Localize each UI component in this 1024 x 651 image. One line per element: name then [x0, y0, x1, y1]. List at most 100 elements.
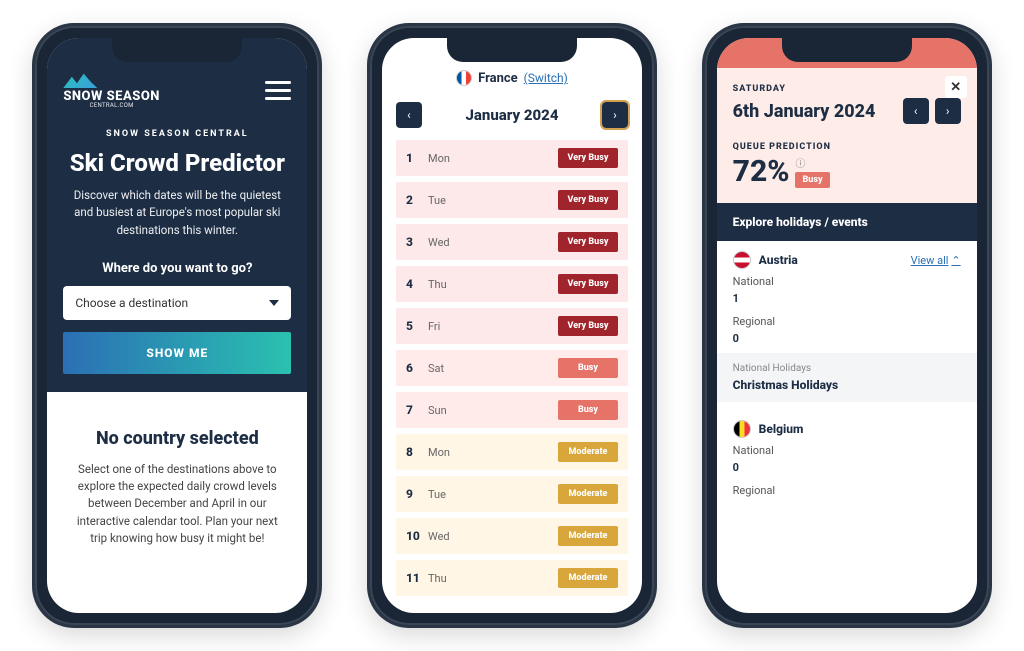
day-row[interactable]: 10WedModerate: [396, 518, 628, 554]
day-of-week-short: Fri: [428, 320, 440, 333]
day-detail-header: ✕ SATURDAY 6th January 2024 ‹ › QUEUE PR…: [717, 68, 977, 203]
day-number: 1: [406, 151, 420, 165]
day-row[interactable]: 2TueVery Busy: [396, 182, 628, 218]
austria-flag-icon: [733, 251, 751, 269]
regional-label: Regional: [717, 482, 977, 499]
day-row[interactable]: 7SunBusy: [396, 392, 628, 428]
day-number: 5: [406, 319, 420, 333]
destination-select[interactable]: Choose a destination: [63, 286, 291, 320]
empty-state-card: No country selected Select one of the de…: [57, 408, 297, 547]
country-name: Belgium: [759, 422, 804, 436]
destination-label: Where do you want to go?: [63, 261, 291, 276]
country-name: Austria: [759, 253, 798, 267]
busy-badge: Busy: [795, 172, 829, 188]
phone-1: SNOW SEASON CENTRAL.COM SNOW SEASON CENT…: [32, 23, 322, 628]
country-name: France: [478, 71, 518, 86]
chevron-left-icon: ‹: [407, 108, 411, 122]
day-row[interactable]: 5 Fri Very Busy: [396, 308, 628, 344]
switch-country-link[interactable]: (Switch): [524, 71, 568, 85]
day-of-week-short: Mon: [428, 152, 450, 165]
day-row[interactable]: 1 Mon Very Busy: [396, 140, 628, 176]
close-button[interactable]: ✕: [945, 76, 967, 98]
notch: [782, 38, 912, 62]
day-of-week-short: Thu: [428, 572, 447, 585]
crowd-badge: Moderate: [558, 484, 618, 504]
crowd-badge: Very Busy: [558, 274, 618, 294]
country-row[interactable]: Austria View all ⌃: [717, 241, 977, 273]
national-count: 1: [717, 290, 977, 307]
empty-state-title: No country selected: [71, 428, 283, 449]
crowd-badge: Very Busy: [558, 316, 618, 336]
crowd-badge: Busy: [558, 358, 618, 378]
day-number: 4: [406, 277, 420, 291]
phone-2: France (Switch) ‹ January 2024 › 1 Mon Ver…: [367, 23, 657, 628]
holiday-detail: National Holidays Christmas Holidays: [717, 353, 977, 402]
day-number: 2: [406, 193, 420, 207]
day-number: 7: [406, 403, 420, 417]
brand-logo[interactable]: SNOW SEASON CENTRAL.COM: [63, 72, 160, 109]
app-header: SNOW SEASON CENTRAL.COM: [63, 72, 291, 109]
day-number: 3: [406, 235, 420, 249]
holiday-detail-label: National Holidays: [733, 363, 961, 374]
view-all-link[interactable]: View all ⌃: [911, 254, 961, 267]
screen-2: France (Switch) ‹ January 2024 › 1 Mon Ver…: [382, 38, 642, 613]
day-of-week-short: Tue: [428, 488, 446, 501]
next-month-button[interactable]: ›: [602, 102, 628, 128]
hero-section: SNOW SEASON CENTRAL.COM SNOW SEASON CENT…: [47, 38, 307, 392]
day-row[interactable]: 3 Wed Very Busy: [396, 224, 628, 260]
show-me-button[interactable]: SHOW ME: [63, 332, 291, 374]
belgium-flag-icon: [733, 420, 751, 438]
queue-prediction-label: QUEUE PREDICTION: [733, 142, 961, 152]
country-row[interactable]: Belgium: [717, 410, 977, 442]
holiday-detail-value: Christmas Holidays: [733, 378, 961, 392]
mountain-icon: [63, 72, 97, 88]
notch: [447, 38, 577, 62]
chevron-left-icon: ‹: [914, 104, 918, 118]
holidays-list: AustriaView all ⌃National1Regional0Natio…: [717, 241, 977, 499]
chevron-down-icon: [269, 300, 279, 306]
day-number: 6: [406, 361, 420, 375]
day-of-week-short: Tue: [428, 194, 446, 207]
france-flag-icon: [456, 70, 472, 86]
day-of-week-short: Mon: [428, 446, 450, 459]
chevron-right-icon: ›: [946, 104, 950, 118]
day-list: 1MonVery Busy2TueVery Busy3WedVery Busy4…: [382, 140, 642, 596]
day-row[interactable]: 11 Thu Moderate: [396, 560, 628, 596]
day-number: 11: [406, 571, 420, 585]
crowd-badge: Very Busy: [558, 148, 618, 168]
regional-label: Regional: [717, 313, 977, 330]
hero-subtitle: SNOW SEASON CENTRAL: [63, 129, 291, 139]
prev-month-button[interactable]: ‹: [396, 102, 422, 128]
crowd-badge: Moderate: [558, 526, 618, 546]
day-of-week-short: Thu: [428, 278, 447, 291]
full-date: 6th January 2024: [733, 101, 876, 122]
day-of-week-short: Wed: [428, 236, 450, 249]
screen-1: SNOW SEASON CENTRAL.COM SNOW SEASON CENT…: [47, 38, 307, 613]
crowd-badge: Moderate: [558, 568, 618, 588]
day-of-week-short: Sat: [428, 362, 444, 375]
hero-title: Ski Crowd Predictor: [63, 149, 291, 177]
crowd-badge: Very Busy: [558, 232, 618, 252]
hero-description: Discover which dates will be the quietes…: [63, 187, 291, 239]
day-row[interactable]: 8MonModerate: [396, 434, 628, 470]
close-icon: ✕: [950, 80, 961, 95]
day-of-week: SATURDAY: [733, 84, 961, 94]
day-row[interactable]: 4 Thu Very Busy: [396, 266, 628, 302]
day-row[interactable]: 6 Sat Busy: [396, 350, 628, 386]
chevron-right-icon: ›: [613, 108, 617, 122]
info-icon[interactable]: ⓘ: [795, 155, 805, 170]
regional-count: 0: [717, 330, 977, 347]
chevron-up-icon: ⌃: [951, 254, 960, 267]
national-label: National: [717, 442, 977, 459]
next-day-button[interactable]: ›: [935, 98, 961, 124]
month-navigation: ‹ January 2024 ›: [382, 94, 642, 140]
national-label: National: [717, 273, 977, 290]
prev-day-button[interactable]: ‹: [903, 98, 929, 124]
brand-line2: CENTRAL.COM: [63, 103, 160, 109]
destination-select-placeholder: Choose a destination: [75, 296, 188, 310]
day-row[interactable]: 9TueModerate: [396, 476, 628, 512]
hamburger-menu-icon[interactable]: [265, 81, 291, 100]
national-count: 0: [717, 459, 977, 476]
empty-state-body: Select one of the destinations above to …: [71, 461, 283, 547]
crowd-badge: Busy: [558, 400, 618, 420]
